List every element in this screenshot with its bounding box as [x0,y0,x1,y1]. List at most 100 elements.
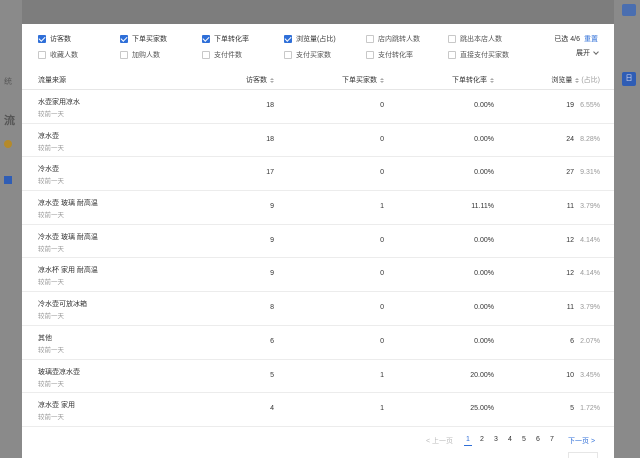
table-row: 冷水壶 较前一天 17 0 0.00% 27 9.31% [22,157,614,192]
compare-label: 较前一天 [38,313,64,321]
visitors-value: 18 [266,102,274,109]
background-left-strip: 统 流 [0,0,22,458]
visitors-value: 9 [270,270,274,278]
filter-paid-buyers[interactable]: 支付买家数 [284,50,331,60]
source-name: 凉水壶 玻璃 耐高温 [38,200,98,208]
filter-add-to-cart[interactable]: 加购人数 [120,50,160,60]
conversion-value: 0.00% [474,135,494,143]
conversion-value: 0.00% [474,304,494,312]
background-checkbox [4,176,12,184]
views-share-value: 2.07% [580,337,600,345]
filter-order-conversion[interactable]: 下单转化率 [202,34,249,44]
checkbox-icon [366,35,374,43]
compare-label: 较前一天 [38,111,64,118]
compare-label: 较前一天 [38,279,64,287]
source-name: 凉水壶 [38,132,59,140]
page-4[interactable]: 4 [508,436,512,443]
visitors-value: 17 [266,169,274,177]
source-name: 其他 [38,334,52,342]
checkbox-icon [448,51,456,59]
header-visitors[interactable]: 访客数 [246,75,274,85]
filter-visitors[interactable]: 访客数 [38,34,71,44]
checkbox-checked-icon [38,35,46,43]
conversion-value: 0.00% [474,270,494,278]
checkbox-checked-icon [284,35,292,43]
checkbox-icon [366,51,374,59]
compare-label: 较前一天 [38,414,64,422]
buyers-value: 0 [380,304,384,312]
visitors-value: 4 [270,405,274,413]
conversion-value: 25.00% [470,405,494,413]
source-name: 冷水壶 玻璃 耐高温 [38,233,98,241]
visitors-value: 8 [270,304,274,312]
table-header: 流量来源 访客数 下单买家数 下单转化率 浏览量 (占比) [22,68,614,90]
views-share-value: 3.45% [580,371,600,379]
header-conversion[interactable]: 下单转化率 [452,75,494,85]
views-value: 11 [566,203,574,211]
buyers-value: 1 [380,405,384,413]
buyers-value: 0 [380,102,384,109]
views-share-value: 1.72% [580,405,600,413]
metric-filters: 访客数 下单买家数 下单转化率 浏览量(占比) 店内跳转人数 跳出本店人数 收藏… [22,24,614,64]
header-order-buyers[interactable]: 下单买家数 [342,75,384,85]
expand-toggle[interactable]: 展开 [576,48,599,58]
views-value: 19 [566,102,574,109]
views-share-value: 8.28% [580,135,600,143]
views-value: 12 [566,236,574,244]
filter-direct-paid-buyers[interactable]: 直接支付买家数 [448,50,509,60]
visitors-value: 18 [266,135,274,143]
views-share-value: 3.79% [580,203,600,211]
views-value: 6 [570,337,574,345]
background-fragment: 流 [4,115,15,127]
page-5[interactable]: 5 [522,436,526,443]
source-name: 冷水壶可放冰箱 [38,301,87,309]
background-dot [4,140,12,148]
buyers-value: 1 [380,203,384,211]
buyers-value: 0 [380,337,384,345]
reset-button[interactable]: 重置 [584,36,598,43]
filter-page-views[interactable]: 浏览量(占比) [284,34,336,44]
conversion-value: 11.11% [471,203,494,211]
page-3[interactable]: 3 [494,436,498,443]
table-row: 凉水壶 家用 较前一天 4 1 25.00% 5 1.72% [22,393,614,427]
table-row: 凉水壶 玻璃 耐高温 较前一天 9 1 11.11% 11 3.79% [22,191,614,225]
table-row: 冷水壶可放冰箱 较前一天 8 0 0.00% 11 3.79% [22,292,614,326]
views-value: 24 [566,135,574,143]
visitors-value: 9 [270,203,274,211]
table-row: 凉水壶 较前一天 18 0 0.00% 24 8.28% [22,124,614,158]
page-1[interactable]: 1 [464,436,472,446]
checkbox-icon [120,51,128,59]
traffic-source-modal: 访客数 下单买家数 下单转化率 浏览量(占比) 店内跳转人数 跳出本店人数 收藏… [22,24,614,458]
header-views[interactable]: 浏览量 (占比) [551,75,600,85]
conversion-value: 0.00% [474,102,494,109]
filter-paid-conversion[interactable]: 支付转化率 [366,50,413,60]
page-size-select[interactable] [568,452,598,458]
compare-label: 较前一天 [38,346,64,354]
filter-in-store-jumps[interactable]: 店内跳转人数 [366,34,420,44]
views-share-value: 9.31% [580,169,600,177]
checkbox-checked-icon [202,35,210,43]
compare-label: 较前一天 [38,380,64,388]
sort-icon [380,77,384,83]
filter-paid-items[interactable]: 支付件数 [202,50,242,60]
filter-order-buyers[interactable]: 下单买家数 [120,34,167,44]
filter-bounce-users[interactable]: 跳出本店人数 [448,34,502,44]
table-row: 水壶家用凉水 较前一天 18 0 0.00% 19 6.55% [22,90,614,124]
page-2[interactable]: 2 [480,436,484,443]
compare-label: 较前一天 [38,245,64,253]
compare-label: 较前一天 [38,178,64,186]
header-source: 流量来源 [38,77,66,84]
page-6[interactable]: 6 [536,436,540,443]
next-page-button[interactable]: 下一页 > [568,436,595,446]
background-fragment: 统 [4,77,12,86]
visitors-value: 5 [270,371,274,379]
table-row: 冷水壶 玻璃 耐高温 较前一天 9 0 0.00% 12 4.14% [22,225,614,259]
buyers-value: 0 [380,270,384,278]
sort-icon [270,77,274,83]
background-right-strip: 日 [614,0,640,458]
conversion-value: 0.00% [474,236,494,244]
page-7[interactable]: 7 [550,436,554,443]
filter-favorites[interactable]: 收藏人数 [38,50,78,60]
source-name: 凉水杯 家用 耐高温 [38,267,98,275]
prev-page-button[interactable]: < 上一页 [426,436,453,446]
